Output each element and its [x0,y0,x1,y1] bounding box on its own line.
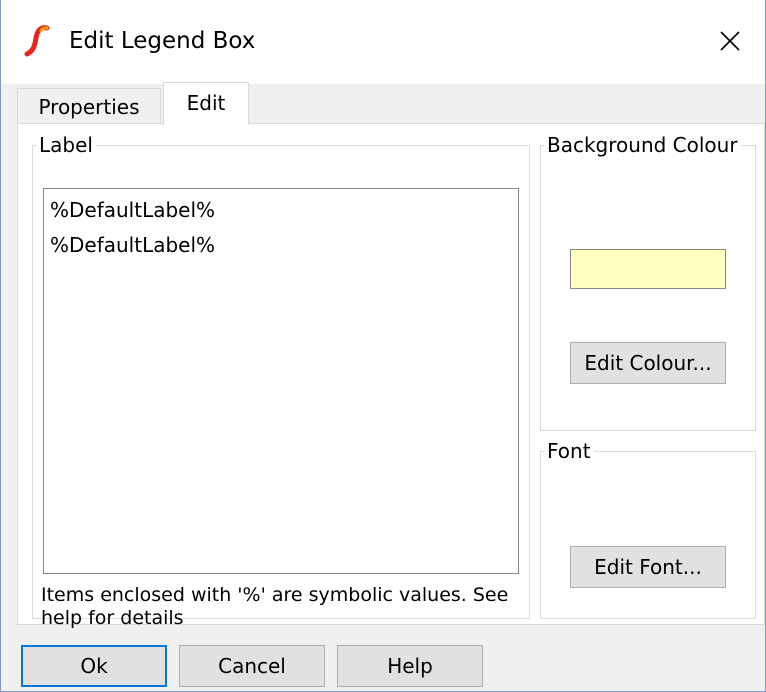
label-group-title: Label [39,133,93,157]
symbolic-values-hint: Items enclosed with '%' are symbolic val… [41,584,509,629]
close-icon [720,31,740,51]
close-button[interactable] [695,0,765,82]
window-title: Edit Legend Box [69,28,256,54]
help-button[interactable]: Help [337,645,483,687]
background-colour-swatch [570,249,726,289]
tab-strip: Properties Edit [17,82,757,125]
label-text-area[interactable]: %DefaultLabel% %DefaultLabel% [43,188,519,574]
cancel-button[interactable]: Cancel [179,645,325,687]
background-colour-group-title: Background Colour [547,133,738,157]
label-group: Label %DefaultLabel% %DefaultLabel% Item… [32,133,530,629]
edit-legend-box-dialog: Edit Legend Box Properties Edit Label %D… [0,0,766,692]
edit-colour-button[interactable]: Edit Colour... [570,342,726,384]
title-bar[interactable]: Edit Legend Box [1,0,765,84]
tab-edit-label: Edit [186,91,226,115]
edit-tab-panel: Label %DefaultLabel% %DefaultLabel% Item… [17,123,765,629]
edit-font-button[interactable]: Edit Font... [570,546,726,588]
font-group-title: Font [547,439,591,463]
tab-properties[interactable]: Properties [17,88,161,124]
font-group: Font Edit Font... [540,440,756,619]
background-colour-group: Background Colour Edit Colour... [540,134,756,431]
ok-button[interactable]: Ok [21,645,167,687]
simetrix-logo-icon [24,25,50,57]
tab-edit[interactable]: Edit [163,82,249,125]
